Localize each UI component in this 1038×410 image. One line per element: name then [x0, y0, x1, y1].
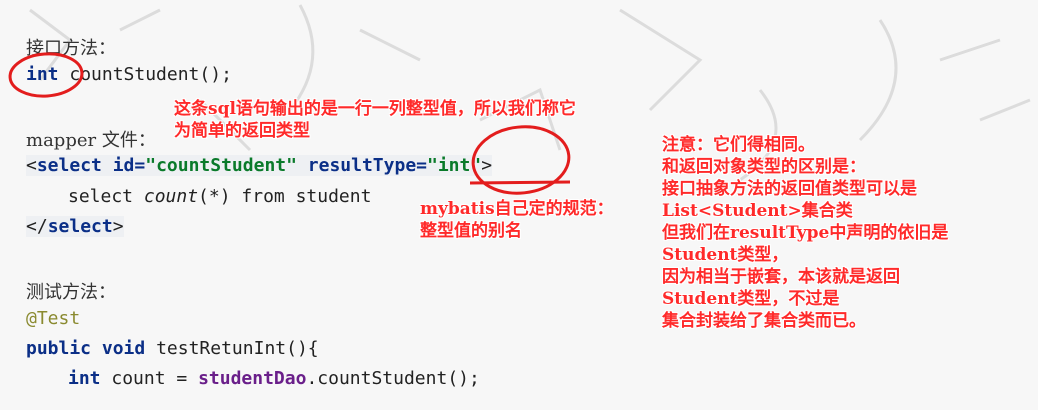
tag-bracket: < [26, 155, 37, 176]
interface-signature: int countStudent(); [26, 64, 232, 85]
test-signature: public void testRetunInt(){ [26, 338, 319, 359]
annotation-simple-return-type: 这条sql语句输出的是一行一列整型值，所以我们称它 为简单的返回类型 [174, 99, 576, 141]
test-body-rest: .countStudent(); [306, 368, 480, 389]
value-id: "countStudent" [145, 155, 297, 176]
close-tag-name: select [47, 216, 113, 237]
int-keyword-2: int [68, 368, 101, 389]
value-result-type: "int" [427, 155, 482, 176]
test-body-mid: count = [100, 368, 199, 389]
test-annotation: @Test [26, 308, 81, 329]
student-dao-field: studentDao [198, 368, 307, 389]
int-keyword: int [26, 64, 59, 85]
close-bracket: </ [26, 216, 48, 237]
select-rest: (*) from student [198, 186, 372, 207]
test-signature-rest: testRetunInt(){ [145, 338, 319, 359]
test-method-label: 测试方法： [26, 282, 116, 303]
int-type-underline [469, 180, 571, 185]
mapper-file-label: mapper 文件： [26, 130, 156, 151]
count-function: count [143, 186, 199, 207]
signature-rest: countStudent(); [58, 64, 232, 85]
test-body: int count = studentDao.countStudent(); [68, 368, 480, 389]
void-keyword: void [101, 338, 146, 359]
select-open-tag: <select id="countStudent" resultType="in… [26, 155, 493, 176]
public-keyword: public [26, 338, 92, 359]
attr-result-type: resultType= [296, 155, 427, 176]
tag-bracket-close: > [481, 155, 493, 176]
close-bracket-end: > [112, 216, 124, 237]
select-keyword: select [68, 186, 144, 207]
annotation-mybatis-alias: mybatis自己定的规范： 整型值的别名 [420, 199, 614, 241]
interface-method-label: 接口方法： [26, 38, 116, 59]
select-body: select count(*) from student [68, 186, 371, 207]
tag-name: select [36, 155, 102, 176]
select-close-tag: </select> [26, 216, 124, 237]
annotation-must-match: 注意：它们得相同。 和返回对象类型的区别是： 接口抽象方法的返回值类型可以是 L… [662, 135, 949, 331]
attr-id: id= [101, 155, 146, 176]
